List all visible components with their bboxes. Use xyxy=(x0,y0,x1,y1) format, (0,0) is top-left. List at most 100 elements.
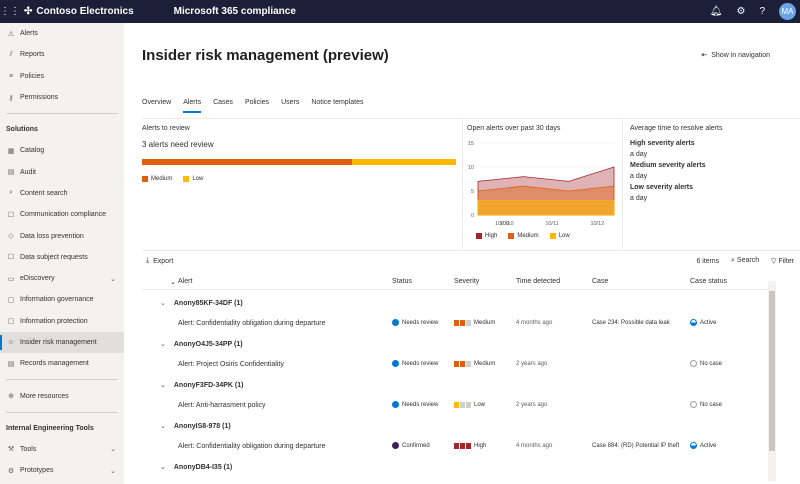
filter-button[interactable]: ▽ Filter xyxy=(771,257,794,265)
sidebar-item-more-resources[interactable]: ⊕ More resources xyxy=(0,385,124,406)
sidebar-item-catalog[interactable]: ▦ Catalog xyxy=(0,140,124,161)
tab-overview[interactable]: Overview xyxy=(142,99,171,113)
chevron-down-icon[interactable]: ⌄ xyxy=(110,445,116,453)
alerts-legend: Medium Low xyxy=(142,176,203,182)
sidebar-item-label: Communication compliance xyxy=(20,211,106,219)
legend-low-label: Low xyxy=(192,176,204,182)
collapse-all-icon[interactable]: ⌄ xyxy=(170,278,176,286)
tab-notice-templates[interactable]: Notice templates xyxy=(311,99,363,113)
medium-swatch xyxy=(508,233,515,239)
sidebar-item-information-protection[interactable]: ▢ Information protection xyxy=(0,311,124,332)
table-row[interactable]: Alert: Confidentiality obligation during… xyxy=(142,437,772,455)
column-header-time[interactable]: Time detected xyxy=(516,278,560,285)
table-row[interactable]: Alert: Anti-harrasment policy Needs revie… xyxy=(142,396,772,414)
sidebar-item-data-loss-prevention[interactable]: ◇ Data loss prevention xyxy=(0,225,124,246)
low-severity-label: Low severity alerts xyxy=(630,184,694,191)
alert-link[interactable]: Alert: Confidentiality obligation during… xyxy=(178,443,325,450)
chevron-down-icon[interactable]: ⌄ xyxy=(110,467,116,475)
group-name: Anony85KF-34DF (1) xyxy=(173,299,243,307)
table-group: ⌄ AnonyDB4-I35 (1) xyxy=(142,458,772,484)
severity-cell: Medium xyxy=(454,360,495,367)
sidebar-item-insider-risk-management[interactable]: ☺ Insider risk management xyxy=(0,331,124,354)
column-header-severity[interactable]: Severity xyxy=(454,278,479,285)
severity-text: High xyxy=(474,443,487,450)
alerts-review-count: 3 alerts need review xyxy=(142,140,214,149)
table-group: ⌄ Anony85KF-34DF (1) Alert: Confidentialit… xyxy=(142,294,772,334)
sidebar-item-content-search[interactable]: ⌕ Content search xyxy=(0,183,124,204)
sidebar-item-prototypes[interactable]: ⚙ Prototypes ⌄ xyxy=(0,460,124,481)
series-area-low[interactable] xyxy=(477,200,615,216)
table-row[interactable]: Alert: Project Osiris Confidentiality Nee… xyxy=(142,355,772,373)
scrollbar-thumb[interactable] xyxy=(769,291,775,451)
sidebar-item-alerts[interactable]: ⚠ Alerts xyxy=(0,23,124,44)
page-title: Insider risk management (preview) xyxy=(142,47,389,64)
time-detected: 4 months ago xyxy=(516,443,553,449)
sidebar-item-audit[interactable]: ▤ Audit xyxy=(0,161,124,182)
show-in-navigation-button[interactable]: ⇤ Show in navigation xyxy=(701,51,770,60)
medium-bar[interactable] xyxy=(142,159,352,165)
filter-label: Filter xyxy=(778,258,794,265)
tools-icon: ⚒ xyxy=(7,446,15,454)
sidebar-item-records-management[interactable]: ▤ Records management xyxy=(0,353,124,374)
export-button[interactable]: ⤓ Export xyxy=(142,257,173,265)
group-header[interactable]: ⌄ Anony85KF-34DF (1) xyxy=(160,294,243,312)
alert-link[interactable]: Alert: Project Osiris Confidentiality xyxy=(178,361,284,368)
org-brand[interactable]: ✣ Contoso Electronics xyxy=(24,6,134,17)
bell-icon[interactable]: 🔔︎ xyxy=(710,6,723,17)
group-header[interactable]: ⌄ AnonyF3FD-34PK (1) xyxy=(160,376,244,394)
alerts-to-review-title: Alerts to review xyxy=(142,125,190,132)
column-header-status[interactable]: Status xyxy=(392,278,412,285)
sidebar-item-tools[interactable]: ⚒ Tools ⌄ xyxy=(0,439,124,460)
sidebar-item-information-governance[interactable]: ▢ Information governance xyxy=(0,289,124,310)
contoso-logo-icon: ✣ xyxy=(24,6,33,17)
app-title[interactable]: Microsoft 365 compliance xyxy=(174,6,296,17)
low-bar[interactable] xyxy=(352,159,456,165)
chevron-down-icon[interactable]: ⌄ xyxy=(160,299,166,307)
chevron-down-icon[interactable]: ⌄ xyxy=(110,275,116,283)
legend-medium-label: Medium xyxy=(517,233,539,239)
column-header-alert[interactable]: Alert xyxy=(178,278,192,285)
table-row[interactable]: Alert: Confidentiality obligation during… xyxy=(142,314,772,332)
severity-bar xyxy=(460,360,465,367)
tab-alerts[interactable]: Alerts xyxy=(183,99,202,113)
group-header[interactable]: ⌄ AnonyO4J5-34PP (1) xyxy=(160,335,243,353)
case-link[interactable]: Case 234: Possible data leak xyxy=(592,320,670,326)
group-header[interactable]: ⌄ AnonyIS8-978 (1) xyxy=(160,417,231,435)
avatar[interactable]: MA xyxy=(779,3,796,20)
search-icon: ⌕ xyxy=(9,189,13,197)
column-header-case[interactable]: Case xyxy=(592,278,608,285)
tab-policies[interactable]: Policies xyxy=(245,99,269,113)
alert-link[interactable]: Alert: Confidentiality obligation during… xyxy=(178,320,325,327)
search-button[interactable]: ⌕ Search xyxy=(731,257,759,265)
gear-icon[interactable]: ⚙ xyxy=(736,6,745,17)
case-link[interactable]: Case 884: (RD) Potential IP theft xyxy=(592,443,679,449)
sidebar-item-permissions[interactable]: ⚷ Permissions xyxy=(0,87,124,108)
sidebar-item-communication-compliance[interactable]: ☐ Communication compliance xyxy=(0,204,124,225)
x-tick-label: 10/09 xyxy=(495,221,509,227)
chevron-down-icon[interactable]: ⌄ xyxy=(160,381,166,389)
sidebar-item-label: Information protection xyxy=(20,317,88,325)
shield-icon: ◇ xyxy=(8,233,14,241)
sidebar-item-policies[interactable]: ≡ Policies xyxy=(0,66,124,87)
sidebar-item-ediscovery[interactable]: ▭ eDiscovery ⌄ xyxy=(0,268,124,289)
time-detected: 4 months ago xyxy=(516,320,553,326)
alert-link[interactable]: Alert: Anti-harrasment policy xyxy=(178,402,266,409)
chevron-down-icon[interactable]: ⌄ xyxy=(160,463,166,471)
column-header-case-status[interactable]: Case status xyxy=(690,278,727,285)
sidebar-item-reports[interactable]: ⫽ Reports xyxy=(0,44,124,65)
group-name: AnonyO4J5-34PP (1) xyxy=(173,340,243,348)
group-header[interactable]: ⌄ AnonyDB4-I35 (1) xyxy=(160,458,232,476)
legend-low-label: Low xyxy=(558,233,570,239)
tab-cases[interactable]: Cases xyxy=(213,99,233,113)
main-content: Insider risk management (preview) ⇤ Show… xyxy=(124,23,800,484)
chart-title: Open alerts over past 30 days xyxy=(467,125,561,132)
chevron-down-icon[interactable]: ⌄ xyxy=(160,422,166,430)
tab-users[interactable]: Users xyxy=(281,99,299,113)
app-launcher-icon[interactable]: ⋮⋮ xyxy=(0,6,20,17)
high-swatch xyxy=(476,233,482,239)
help-icon[interactable]: ? xyxy=(759,6,765,17)
scrollbar[interactable] xyxy=(768,281,776,481)
chart-legend: High Medium Low xyxy=(476,233,570,239)
chevron-down-icon[interactable]: ⌄ xyxy=(160,340,166,348)
sidebar-item-data-subject-requests[interactable]: ☐ Data subject requests xyxy=(0,247,124,268)
